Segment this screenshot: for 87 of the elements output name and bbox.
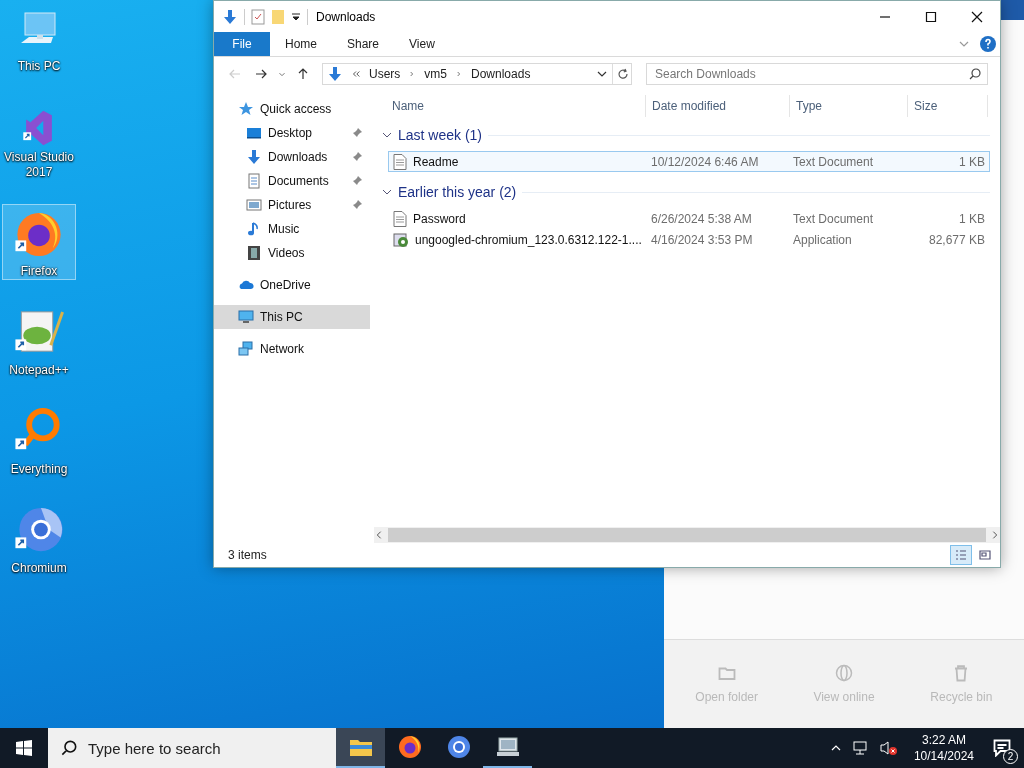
taskbar-app[interactable] [336,728,385,768]
overflow-icon [351,69,361,79]
chromium-icon [446,735,471,759]
clock[interactable]: 3:22 AM 10/14/2024 [907,732,980,764]
close-icon [971,10,983,23]
windows-icon [16,740,32,756]
ribbon-tab[interactable]: Share [332,32,395,56]
table-cell-text: Application [793,232,853,247]
nav-item[interactable]: Music [214,217,370,241]
nav-item[interactable]: Downloads [214,145,370,169]
nav-item[interactable]: Network [214,337,370,361]
table-cell-text: 4/16/2024 3:53 PM [650,232,754,247]
firefox-icon [397,735,422,759]
table-cell-text: Text Document [793,211,875,226]
scroll-right-icon [990,530,1000,540]
picture-icon [246,197,262,213]
tile-icon [979,549,991,561]
file-name: Readme [413,154,459,169]
refresh-icon[interactable] [617,68,629,80]
network-icon[interactable] [851,740,870,756]
list-icon [955,549,967,561]
breadcrumb[interactable]: vm5 [424,67,447,81]
column-header[interactable]: Size [908,95,988,117]
group-header[interactable]: Earlier this year (2) [398,184,517,200]
chevron-icon[interactable] [382,187,392,197]
nav-item[interactable]: This PC [214,305,370,329]
help-icon[interactable] [980,36,996,52]
nav-item[interactable]: Pictures [214,193,370,217]
monitor-icon [494,736,521,758]
file-name: ungoogled-chromium_123.0.6312.122-1.... [415,232,642,247]
up-icon [297,68,309,80]
ribbon-tab[interactable]: File [214,32,270,56]
nav-item[interactable]: OneDrive [214,273,370,297]
search-field[interactable]: Search Downloads [646,63,988,85]
ribbon-tab[interactable]: View [394,32,450,56]
breadcrumb[interactable]: Downloads [471,67,531,81]
nav-item[interactable]: Quick access [214,97,370,121]
table-cell-text: 1 KB [958,211,985,226]
column-header[interactable]: Name [386,95,646,117]
document-icon [246,173,262,189]
column-header[interactable]: Type [790,95,908,117]
star-icon [238,101,254,117]
nav-item[interactable]: Documents [214,169,370,193]
nav-item[interactable]: Desktop [214,121,370,145]
document-icon [393,153,407,170]
network-icon [238,341,254,357]
back-icon [229,68,241,80]
download-icon [246,149,262,165]
document-icon [393,210,407,227]
taskbar-search[interactable]: Type here to search [48,728,336,768]
dropdown-icon[interactable] [291,11,301,22]
window-title: Downloads [316,9,376,24]
folder-icon [348,737,373,757]
search-icon [61,740,77,756]
chevron-icon[interactable] [382,130,392,140]
table-cell-text: 1 KB [958,154,985,169]
maximize-icon [925,10,937,23]
horizontal-scrollbar[interactable] [374,527,1000,543]
download-icon[interactable] [222,8,238,25]
group-header[interactable]: Last week (1) [398,127,483,143]
breadcrumb[interactable]: Users [369,67,401,81]
table-cell-text: 6/26/2024 5:38 AM [650,211,753,226]
ribbon-tab[interactable]: Home [270,32,332,56]
file-row[interactable]: Password 6/26/2024 5:38 AM Text Document 1 KB [388,208,990,229]
desktop-icon [246,125,262,141]
film-icon [246,245,262,261]
column-header[interactable]: Date modified [646,95,790,117]
table-cell-text: 10/12/2024 6:46 AM [650,154,760,169]
status-text: 3 items [228,548,267,562]
separator-icon [455,70,463,78]
address-bar[interactable]: Users vm5 Downloads [322,63,632,85]
table-cell-text: 82,677 KB [927,232,985,247]
file-row[interactable]: Readme 10/12/2024 6:46 AM Text Document 1 KB [388,151,990,172]
nav-item[interactable]: Videos [214,241,370,265]
file-name: Password [413,211,466,226]
table-cell-text: Text Document [793,154,875,169]
file-row[interactable]: ungoogled-chromium_123.0.6312.122-1.... 4/16/2024 3:53 PM Application 82,677 KB [388,229,990,250]
forward-icon [255,68,267,80]
desktop-shortcut[interactable]: Chromium [2,501,76,577]
globe-icon [835,664,853,682]
computer-icon [238,309,254,325]
search-icon [969,68,981,80]
installer-icon [393,231,409,248]
scroll-left-icon [374,530,384,540]
muted-speaker-icon[interactable] [879,740,898,756]
properties-icon[interactable] [251,8,265,25]
download-icon [327,66,343,82]
